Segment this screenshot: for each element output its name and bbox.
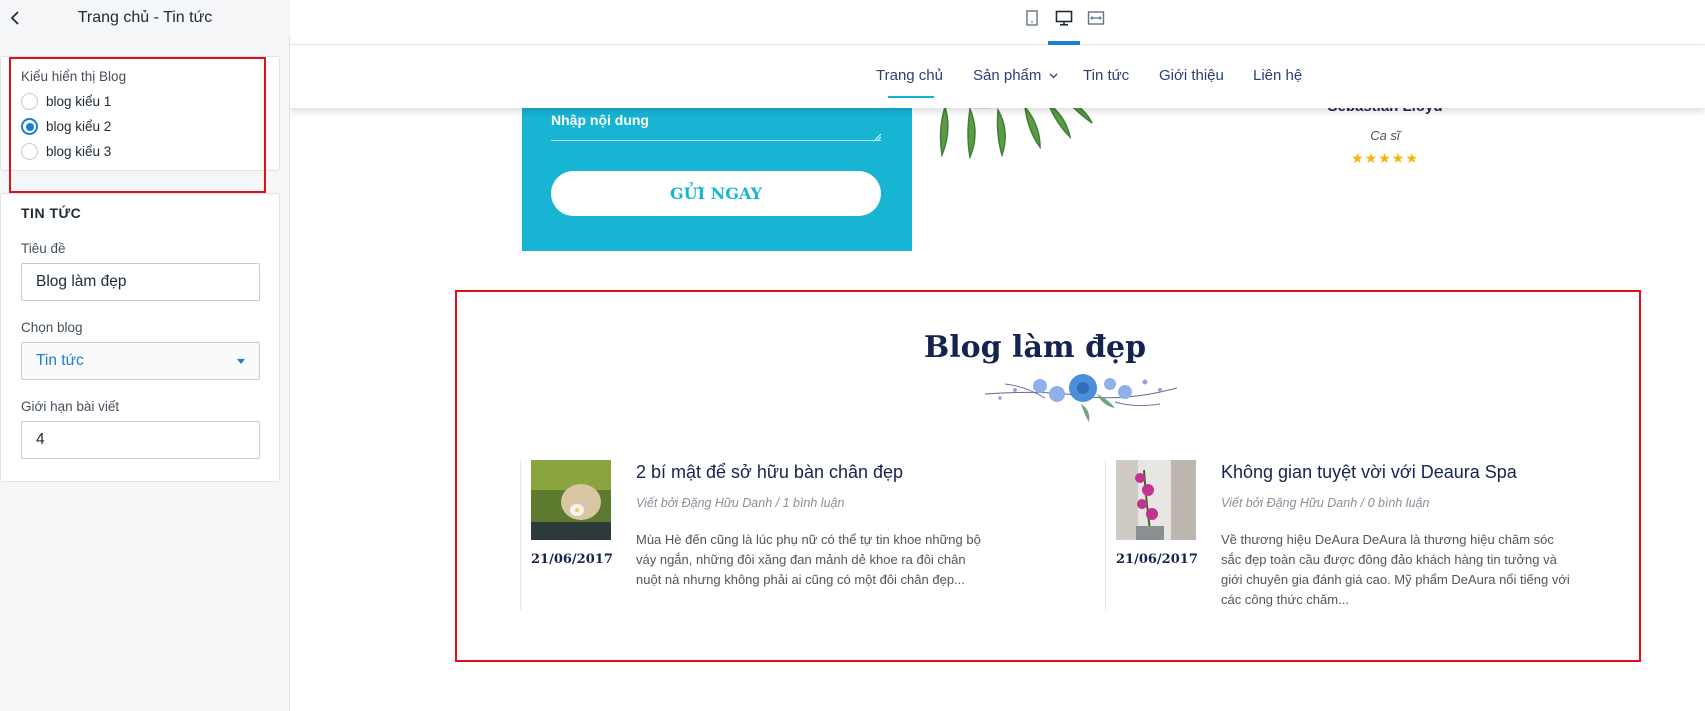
app: Trang chủ - Tin tức Kiểu hiển thị Blog b… [0,0,1705,711]
blog-style-label: Kiểu hiển thị Blog [21,69,127,84]
nav-item-contact[interactable]: Liên hệ [1253,67,1302,84]
chevron-down-icon [237,359,245,364]
site-navbar: Trang chủ Sản phẩm Tin tức Giới thiệu Li… [290,46,1705,108]
blog-post-card[interactable]: 21/06/2017 2 bí mật để sở hữu bàn chân đ… [520,460,1020,610]
back-arrow-icon[interactable] [6,8,26,28]
blog-post-card[interactable]: 21/06/2017 Không gian tuyệt vời với Deau… [1105,460,1605,610]
rating-stars: ★★★★★ [1351,150,1419,166]
nav-item-products-label: Sản phẩm [973,67,1042,84]
post-title[interactable]: 2 bí mật để sở hữu bàn chân đẹp [636,462,903,483]
radio-label: blog kiểu 1 [46,94,112,109]
device-toolbar [290,0,1705,45]
post-excerpt: Mùa Hè đến cũng là lúc phụ nữ có thể tự … [636,532,981,587]
radio-blog-style-3[interactable]: blog kiểu 3 [21,143,111,160]
chevron-down-icon [1049,73,1058,79]
nav-item-news[interactable]: Tin tức [1083,67,1129,84]
blog-style-card: Kiểu hiển thị Blog blog kiểu 1 blog kiểu… [0,56,280,171]
news-settings-card: TIN TỨC Tiêu đề Blog làm đẹp Chọn blog T… [0,193,280,482]
contact-form: Nhập nội dung GỬI NGAY [522,90,912,251]
nav-item-home[interactable]: Trang chủ [876,67,943,84]
post-date: 21/06/2017 [531,552,613,567]
radio-button-selected[interactable] [21,118,38,135]
blog-select-value: Tin tức [36,352,84,369]
post-meta: Viết bởi Đặng Hữu Danh / 1 bình luận [636,496,845,510]
resize-handle-icon[interactable] [874,133,882,141]
post-date: 21/06/2017 [1116,552,1198,567]
post-excerpt: Về thương hiệu DeAura DeAura là thương h… [1221,532,1570,607]
page-preview: Trang chủ Sản phẩm Tin tức Giới thiệu Li… [290,0,1705,711]
blog-section-title: Blog làm đẹp [923,330,1147,365]
radio-dot [25,122,34,131]
floral-divider-image [985,374,1177,422]
radio-button[interactable] [21,93,38,110]
radio-blog-style-1[interactable]: blog kiểu 1 [21,93,111,110]
post-limit-input[interactable]: 4 [21,421,260,459]
radio-blog-style-2[interactable]: blog kiểu 2 [21,118,111,135]
title-field-label: Tiêu đề [21,241,66,256]
nav-item-about[interactable]: Giới thiệu [1159,67,1224,84]
sidebar-title: Trang chủ - Tin tức [77,9,213,26]
testimonial-role: Ca sĩ [1370,128,1400,143]
radio-label: blog kiểu 2 [46,119,112,134]
fullwidth-icon[interactable] [1087,9,1105,27]
desktop-icon[interactable] [1055,9,1073,27]
settings-sidebar: Trang chủ - Tin tức Kiểu hiển thị Blog b… [0,0,290,711]
blog-select-label: Chọn blog [21,320,83,335]
textarea-underline [551,140,881,141]
nav-item-products[interactable]: Sản phẩm [973,67,1058,84]
send-button[interactable]: GỬI NGAY [551,171,881,216]
post-meta: Viết bởi Đặng Hữu Danh / 0 bình luận [1221,496,1430,510]
active-device-indicator [1048,41,1080,45]
nav-active-underline [888,96,934,98]
news-section-heading: TIN TỨC [21,205,82,221]
post-title[interactable]: Không gian tuyệt vời với Deaura Spa [1221,462,1517,483]
sidebar-header: Trang chủ - Tin tức [0,0,290,36]
radio-button[interactable] [21,143,38,160]
post-limit-label: Giới hạn bài viết [21,399,120,414]
message-textarea[interactable]: Nhập nội dung [551,112,649,128]
post-thumbnail-image[interactable] [1116,460,1196,540]
radio-label: blog kiểu 3 [46,144,112,159]
title-input[interactable]: Blog làm đẹp [21,263,260,301]
post-thumbnail-image[interactable] [531,460,611,540]
blog-select[interactable]: Tin tức [21,342,260,380]
tablet-icon[interactable] [1023,9,1041,27]
